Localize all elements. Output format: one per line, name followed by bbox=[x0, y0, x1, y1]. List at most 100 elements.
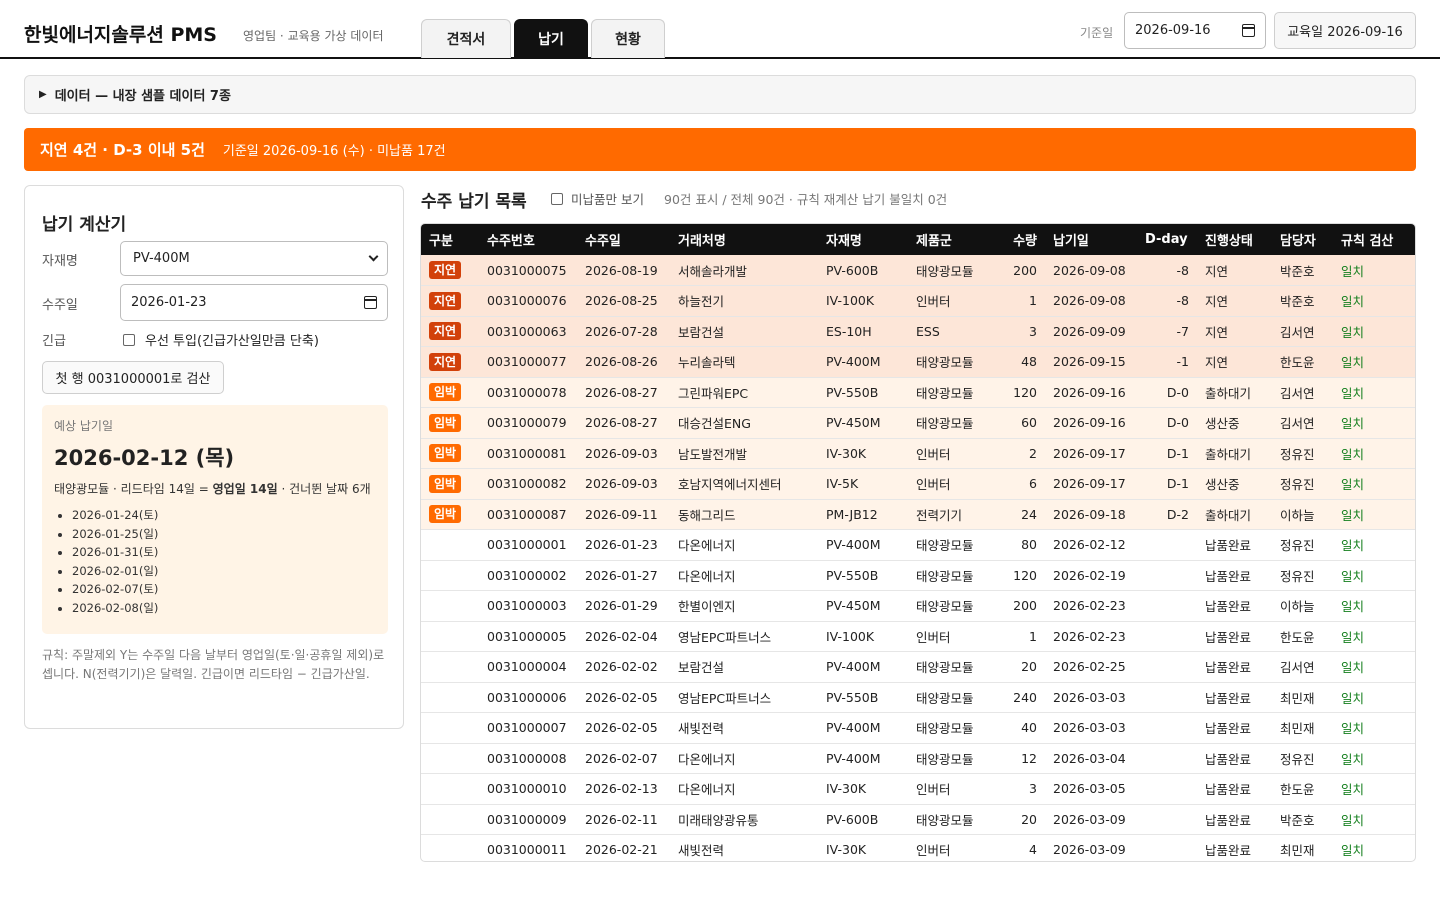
cell-badge bbox=[421, 773, 479, 805]
cell-check: 일치 bbox=[1333, 712, 1415, 744]
data-section-toggle[interactable]: ▶ 데이터 — 내장 샘플 데이터 7종 bbox=[24, 75, 1416, 114]
table-row[interactable]: 0031000009 2026-02-11 미래태양광유통 PV-600B 태양광모듈 2… bbox=[421, 804, 1415, 835]
column-header[interactable]: 구분 bbox=[421, 224, 479, 255]
cell-material: PV-550B bbox=[818, 560, 908, 591]
table-row[interactable]: 0031000002 2026-01-27 다온에너지 PV-550B 태양광모듈 120… bbox=[421, 560, 1415, 591]
skipped-dates-list: 2026-01-24(토) 2026-01-25(일) 2026-01-31(토… bbox=[54, 506, 376, 617]
column-header[interactable]: 수주번호 bbox=[479, 224, 577, 255]
tab-delivery[interactable]: 납기 bbox=[514, 19, 588, 58]
cell-client: 영남EPC파트너스 bbox=[670, 682, 818, 713]
alert-sub-text: 기준일 2026-09-16 (수) · 미납품 17건 bbox=[222, 144, 446, 159]
cell-order-date: 2026-02-21 bbox=[577, 834, 670, 861]
table-row[interactable]: 지연 0031000076 2026-08-25 하늘전기 IV-100K 인버터 1 202… bbox=[421, 285, 1415, 317]
table-row[interactable]: 지연 0031000075 2026-08-19 서해솔라개발 PV-600B 태양광모듈… bbox=[421, 255, 1415, 286]
cell-check: 일치 bbox=[1333, 499, 1415, 530]
undelivered-filter[interactable]: 미납품만 보기 bbox=[551, 189, 644, 208]
table-row[interactable]: 지연 0031000063 2026-07-28 보람건설 ES-10H ESS 3 2026… bbox=[421, 316, 1415, 347]
undelivered-only-checkbox[interactable] bbox=[551, 192, 563, 205]
table-row[interactable]: 임박 0031000087 2026-09-11 동해그리드 PM-JB12 전력기기 24… bbox=[421, 499, 1415, 530]
column-header[interactable]: 진행상태 bbox=[1197, 224, 1272, 255]
table-row[interactable]: 0031000001 2026-01-23 다온에너지 PV-400M 태양광모듈 80 2… bbox=[421, 529, 1415, 561]
table-row[interactable]: 임박 0031000082 2026-09-03 호남지역에너지센터 IV-5K 인버터 6… bbox=[421, 468, 1415, 500]
column-header[interactable]: D-day bbox=[1137, 224, 1197, 255]
cell-group: 태양광모듈 bbox=[908, 712, 998, 744]
order-date-input[interactable]: 2026-01-23 bbox=[120, 284, 388, 321]
app-title: 한빛에너지솔루션 PMS bbox=[24, 24, 217, 46]
material-select[interactable]: PV-400M bbox=[120, 241, 388, 276]
data-section-label: 데이터 — 내장 샘플 데이터 7종 bbox=[54, 89, 231, 104]
cell-due: 2026-09-17 bbox=[1045, 468, 1137, 500]
cell-client: 한별이엔지 bbox=[670, 590, 818, 622]
cell-order-date: 2026-01-27 bbox=[577, 560, 670, 591]
cell-group: ESS bbox=[908, 316, 998, 347]
cell-status: 지연 bbox=[1197, 285, 1272, 317]
cell-group: 태양광모듈 bbox=[908, 651, 998, 683]
table-row[interactable]: 임박 0031000078 2026-08-27 그린파워EPC PV-550B 태양광모… bbox=[421, 377, 1415, 408]
cell-dday bbox=[1137, 590, 1197, 622]
column-header[interactable]: 제품군 bbox=[908, 224, 998, 255]
cell-badge: 지연 bbox=[421, 285, 479, 317]
table-row[interactable]: 0031000004 2026-02-02 보람건설 PV-400M 태양광모듈 20 20… bbox=[421, 651, 1415, 683]
calendar-icon[interactable] bbox=[364, 296, 377, 309]
cell-owner: 정유진 bbox=[1272, 468, 1333, 500]
cell-status: 납품완료 bbox=[1197, 621, 1272, 652]
table-row[interactable]: 0031000005 2026-02-04 영남EPC파트너스 IV-100K 인버터 1… bbox=[421, 621, 1415, 652]
table-row[interactable]: 0031000006 2026-02-05 영남EPC파트너스 PV-550B 태양광모… bbox=[421, 682, 1415, 713]
list-item: 2026-02-01(일) bbox=[72, 562, 376, 581]
cell-check: 일치 bbox=[1333, 285, 1415, 317]
cell-due: 2026-09-09 bbox=[1045, 316, 1137, 347]
table-row[interactable]: 지연 0031000077 2026-08-26 누리솔라텍 PV-400M 태양광모듈 4… bbox=[421, 346, 1415, 378]
cell-qty: 200 bbox=[998, 590, 1045, 622]
cell-status: 생산중 bbox=[1197, 468, 1272, 500]
status-badge: 임박 bbox=[429, 474, 462, 493]
cell-no: 0031000011 bbox=[479, 834, 577, 861]
status-badge: 지연 bbox=[429, 291, 462, 310]
cell-dday: D-0 bbox=[1137, 407, 1197, 439]
column-header[interactable]: 납기일 bbox=[1045, 224, 1137, 255]
cell-group: 태양광모듈 bbox=[908, 682, 998, 713]
calendar-icon[interactable] bbox=[1242, 24, 1255, 37]
table-row[interactable]: 임박 0031000081 2026-09-03 남도발전개발 IV-30K 인버터 2 20… bbox=[421, 438, 1415, 469]
cell-material: PV-550B bbox=[818, 377, 908, 408]
undelivered-filter-label: 미납품만 보기 bbox=[571, 192, 644, 207]
cell-check: 일치 bbox=[1333, 621, 1415, 652]
cell-due: 2026-03-04 bbox=[1045, 743, 1137, 774]
cell-material: IV-100K bbox=[818, 285, 908, 317]
order-date-value: 2026-01-23 bbox=[131, 295, 207, 310]
cell-check: 일치 bbox=[1333, 529, 1415, 561]
cell-no: 0031000076 bbox=[479, 285, 577, 317]
cell-owner: 김서연 bbox=[1272, 651, 1333, 683]
column-header[interactable]: 수주일 bbox=[577, 224, 670, 255]
verify-first-row-button[interactable]: 첫 행 0031000001로 검산 bbox=[42, 361, 224, 394]
cell-due: 2026-03-03 bbox=[1045, 712, 1137, 744]
urgent-checkbox-row[interactable]: 우선 투입(긴급가산일만큼 단축) bbox=[123, 330, 319, 349]
base-date-input[interactable]: 2026-09-16 bbox=[1124, 12, 1266, 49]
cell-qty: 80 bbox=[998, 529, 1045, 561]
cell-status: 출하대기 bbox=[1197, 438, 1272, 469]
tab-quote[interactable]: 견적서 bbox=[421, 19, 511, 58]
urgent-checkbox[interactable] bbox=[123, 333, 135, 346]
table-row[interactable]: 임박 0031000079 2026-08-27 대승건설ENG PV-450M 태양광모… bbox=[421, 407, 1415, 439]
cell-due: 2026-02-23 bbox=[1045, 621, 1137, 652]
cell-material: PV-400M bbox=[818, 651, 908, 683]
table-row[interactable]: 0031000007 2026-02-05 새빛전력 PV-400M 태양광모듈 40 20… bbox=[421, 712, 1415, 744]
cell-owner: 김서연 bbox=[1272, 316, 1333, 347]
cell-check: 일치 bbox=[1333, 438, 1415, 469]
cell-order-date: 2026-01-29 bbox=[577, 590, 670, 622]
column-header[interactable]: 규칙 검산 bbox=[1333, 224, 1415, 255]
column-header[interactable]: 수량 bbox=[998, 224, 1045, 255]
urgent-label: 긴급 bbox=[42, 334, 66, 349]
table-row[interactable]: 0031000008 2026-02-07 다온에너지 PV-400M 태양광모듈 12 2… bbox=[421, 743, 1415, 774]
table-row[interactable]: 0031000003 2026-01-29 한별이엔지 PV-450M 태양광모듈 200… bbox=[421, 590, 1415, 622]
edu-date-button[interactable]: 교육일 2026-09-16 bbox=[1274, 12, 1416, 49]
column-header[interactable]: 거래처명 bbox=[670, 224, 818, 255]
table-row[interactable]: 0031000011 2026-02-21 새빛전력 IV-30K 인버터 4 2026-0… bbox=[421, 834, 1415, 861]
cell-owner: 최민재 bbox=[1272, 834, 1333, 861]
column-header[interactable]: 담당자 bbox=[1272, 224, 1333, 255]
tab-status[interactable]: 현황 bbox=[591, 19, 665, 58]
cell-qty: 3 bbox=[998, 773, 1045, 805]
column-header[interactable]: 자재명 bbox=[818, 224, 908, 255]
cell-client: 미래태양광유통 bbox=[670, 804, 818, 835]
cell-owner: 김서연 bbox=[1272, 377, 1333, 408]
table-row[interactable]: 0031000010 2026-02-13 다온에너지 IV-30K 인버터 3 2026-… bbox=[421, 773, 1415, 805]
